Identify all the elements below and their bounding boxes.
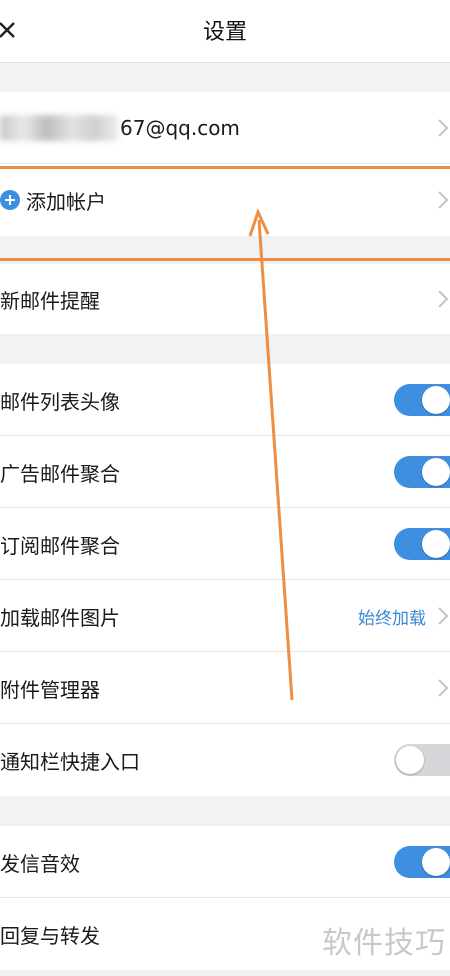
annotation-arrow	[248, 207, 294, 701]
watermark: 软件技巧	[322, 926, 446, 961]
